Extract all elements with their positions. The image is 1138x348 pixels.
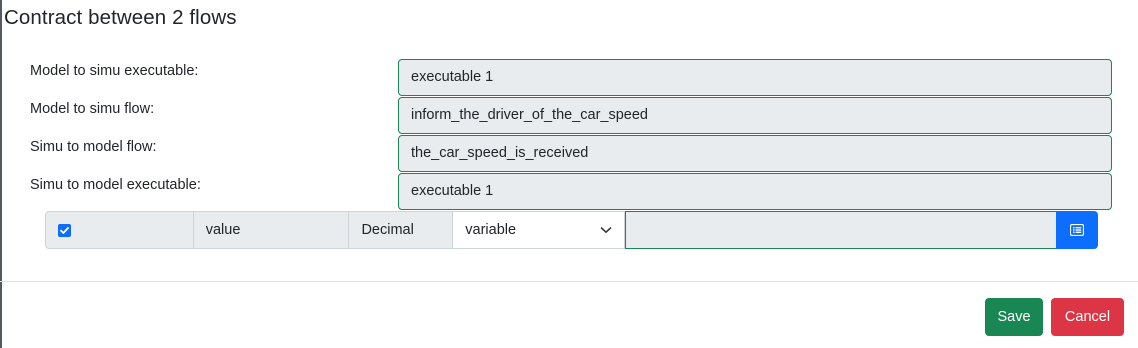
checkbox-cell <box>45 211 194 249</box>
form-row-simu-to-model-executable: Simu to model executable: executable 1 <box>30 173 1112 211</box>
save-button[interactable]: Save <box>985 298 1043 336</box>
variable-name-cell: value <box>193 211 350 249</box>
form-row-model-to-simu-executable: Model to simu executable: executable 1 <box>30 59 1112 97</box>
variable-input-group: value Decimal variable <box>45 211 1099 249</box>
check-icon <box>60 227 69 234</box>
variable-type-cell: Decimal <box>349 211 454 249</box>
model-to-simu-executable-label: Model to simu executable: <box>30 63 199 79</box>
modal-footer-divider <box>0 281 1138 282</box>
window-left-border <box>0 0 2 348</box>
modal-title: Contract between 2 flows <box>4 6 237 29</box>
model-to-simu-flow-label: Model to simu flow: <box>30 101 155 117</box>
model-to-simu-executable-field[interactable]: executable 1 <box>398 59 1112 96</box>
model-to-simu-flow-field[interactable]: inform_the_driver_of_the_car_speed <box>398 97 1112 134</box>
cancel-button[interactable]: Cancel <box>1051 298 1124 336</box>
form-row-model-to-simu-flow: Model to simu flow: inform_the_driver_of… <box>30 97 1112 135</box>
simu-to-model-flow-label: Simu to model flow: <box>30 139 157 155</box>
simu-to-model-executable-field[interactable]: executable 1 <box>398 173 1112 210</box>
list-button[interactable] <box>1056 211 1099 249</box>
simu-to-model-executable-label: Simu to model executable: <box>30 177 201 193</box>
variable-kind-selected-value: variable <box>465 222 517 238</box>
list-icon <box>1070 224 1085 236</box>
variable-value-input[interactable] <box>624 211 1057 249</box>
chevron-down-icon <box>600 227 612 233</box>
variable-kind-select[interactable]: variable <box>453 211 625 249</box>
form-row-simu-to-model-flow: Simu to model flow: the_car_speed_is_rec… <box>30 135 1112 173</box>
variable-checkbox[interactable] <box>58 224 71 237</box>
simu-to-model-flow-field[interactable]: the_car_speed_is_received <box>398 135 1112 172</box>
